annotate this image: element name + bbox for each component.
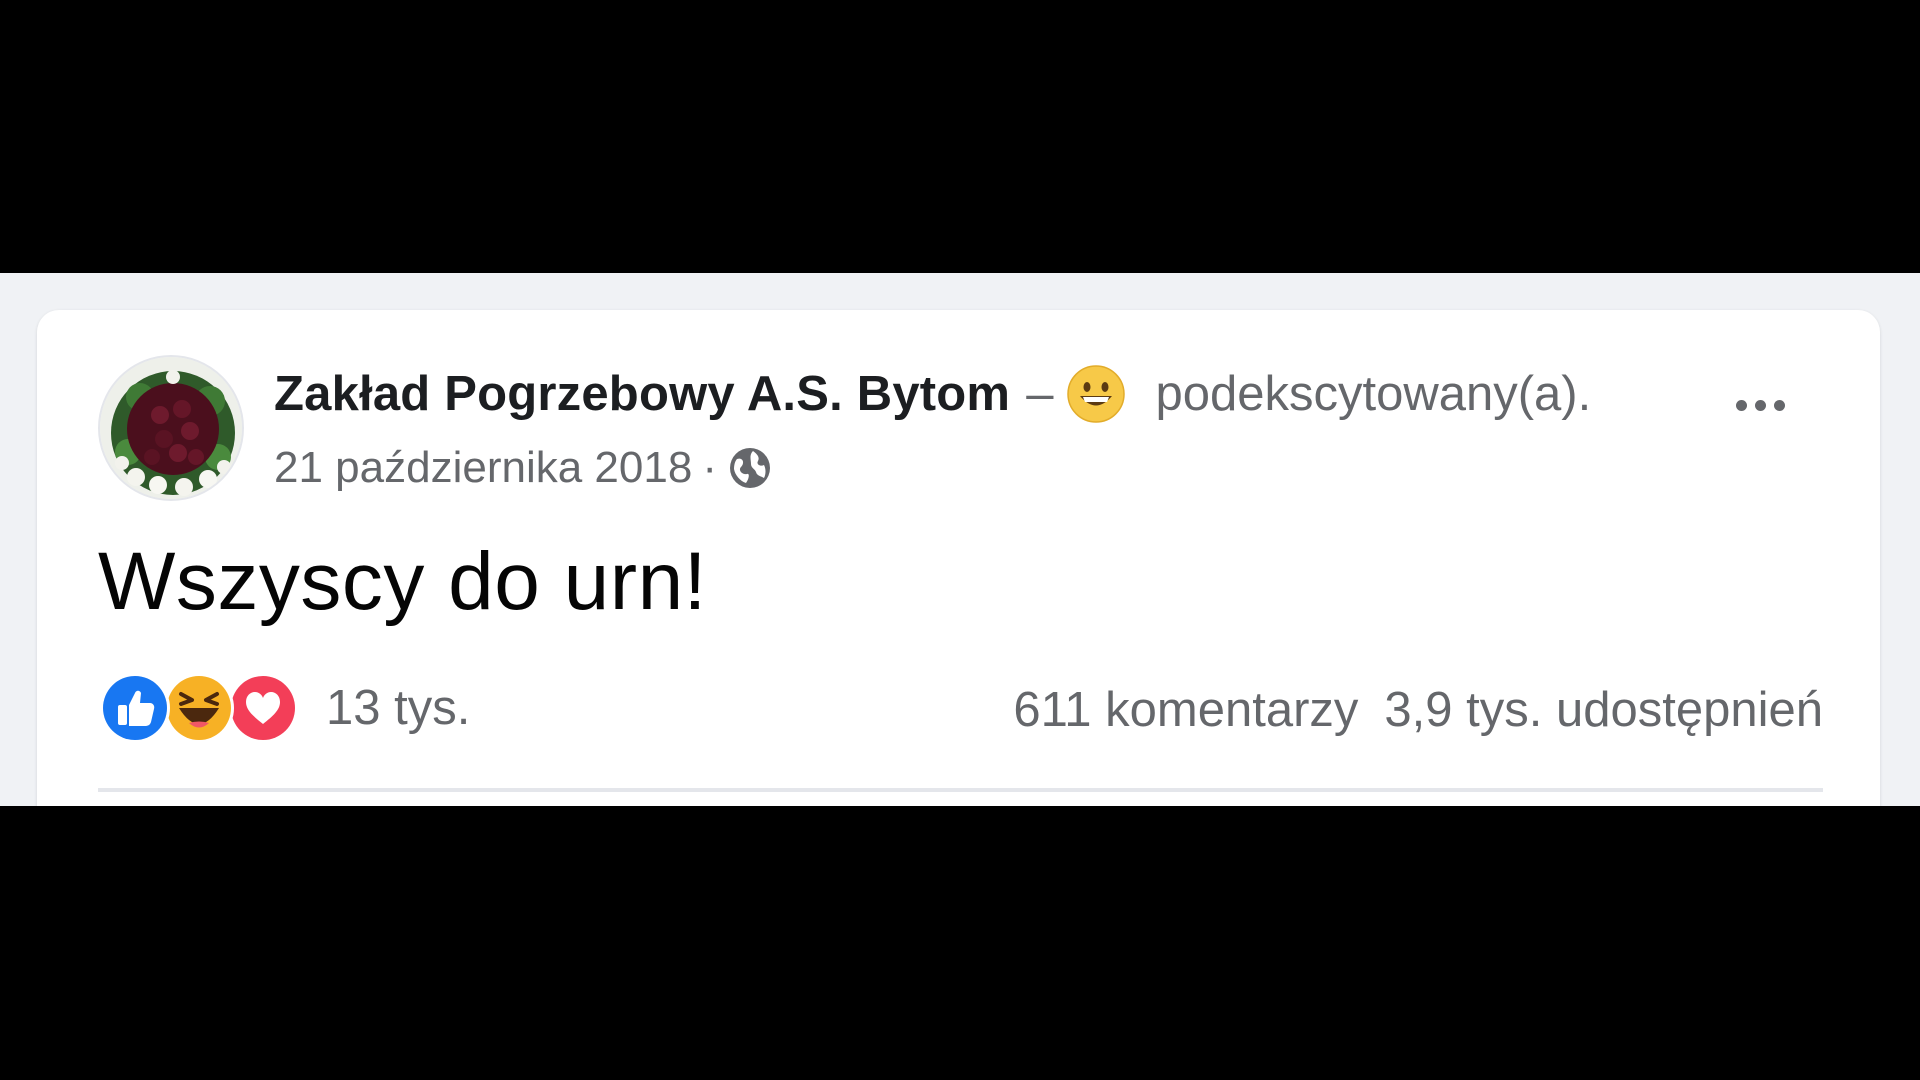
globe-icon[interactable] — [727, 445, 773, 491]
more-dot-icon — [1754, 399, 1766, 411]
post-body-text: Wszyscy do urn! — [98, 536, 707, 627]
post-timestamp-link[interactable]: 21 października 2018 — [274, 443, 692, 493]
feeling-status: podekscytowany(a). — [1155, 367, 1592, 421]
more-dot-icon — [1735, 399, 1747, 411]
engagement-stats: 611 komentarzy 3,9 tys. udostępnień — [1013, 680, 1823, 740]
more-dot-icon — [1773, 399, 1785, 411]
more-options-button[interactable] — [1725, 380, 1795, 430]
comments-count-link[interactable]: 611 komentarzy — [1013, 682, 1358, 738]
post-header: Zakład Pogrzebowy A.S. Bytom – podekscyt… — [274, 362, 1591, 426]
meta-separator: · — [702, 443, 717, 492]
page-name-link[interactable]: Zakład Pogrzebowy A.S. Bytom — [274, 366, 1010, 422]
grinning-face-emoji-icon — [1067, 365, 1126, 423]
actions-divider — [98, 788, 1823, 792]
like-icon — [100, 673, 170, 743]
shares-count-link[interactable]: 3,9 tys. udostępnień — [1384, 682, 1823, 738]
love-icon — [228, 673, 298, 743]
feed-background: Zakład Pogrzebowy A.S. Bytom – podekscyt… — [0, 273, 1920, 806]
post-card: Zakład Pogrzebowy A.S. Bytom – podekscyt… — [37, 310, 1880, 806]
post-meta: 21 października 2018 · — [274, 440, 773, 496]
reactions-summary[interactable]: 13 tys. — [100, 673, 470, 743]
header-separator: – — [1026, 367, 1054, 421]
page-avatar[interactable] — [98, 355, 244, 501]
haha-icon — [164, 673, 234, 743]
funeral-wreath-image — [100, 357, 242, 499]
reaction-count: 13 tys. — [326, 681, 471, 735]
